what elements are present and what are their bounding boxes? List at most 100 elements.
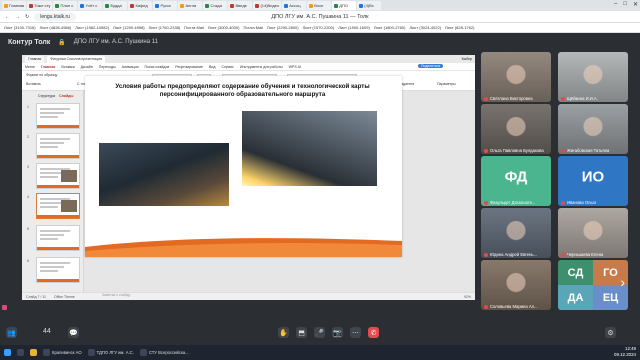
app-icon[interactable] bbox=[2, 305, 7, 310]
participant-name: Ольга Павловна Булдакова bbox=[490, 148, 544, 153]
tab-slides[interactable]: Слайды bbox=[59, 94, 73, 98]
tab-favicon-icon bbox=[284, 3, 289, 8]
slide-thumbnail[interactable] bbox=[36, 133, 80, 159]
folder-icon[interactable] bbox=[30, 349, 37, 356]
browser-tab[interactable]: ДПО bbox=[332, 1, 357, 10]
browser-tab[interactable]: Главная bbox=[2, 1, 27, 10]
browser-tab[interactable]: Англи bbox=[178, 1, 203, 10]
close-icon[interactable]: ✕ bbox=[633, 1, 638, 8]
browser-tab[interactable]: Учёт с bbox=[78, 1, 103, 10]
notes-placeholder[interactable]: Заметки к слайду bbox=[102, 293, 130, 297]
leave-call-button[interactable]: ✆ bbox=[368, 327, 379, 338]
ribbon-menu-item[interactable]: Вставка bbox=[61, 65, 74, 69]
participant-video bbox=[481, 208, 551, 258]
bookmark-item[interactable]: Лист (1760-2338) bbox=[149, 25, 181, 30]
ribbon-menu-item[interactable]: Переходы bbox=[99, 65, 116, 69]
browser-tab[interactable]: Введе bbox=[228, 1, 253, 10]
taskbar-item[interactable]: СТУ Всероссийска... bbox=[139, 349, 189, 356]
bookmark-item[interactable]: Лист (1800-2760) bbox=[374, 25, 406, 30]
participant-tile[interactable]: Жигабовская Татьяна bbox=[558, 104, 628, 154]
bookmark-item[interactable]: Почта Mail bbox=[184, 25, 204, 30]
bookmark-item[interactable]: Лист (3100-7316) bbox=[4, 25, 36, 30]
participant-tile[interactable]: ФД Фазульдет Досконате... bbox=[481, 156, 551, 206]
tab-structure[interactable]: Структура bbox=[38, 94, 55, 98]
taskbar-item[interactable]: ТДПО ЛГУ им. А.С. bbox=[87, 349, 134, 356]
microphone-icon[interactable]: 🎤 bbox=[314, 327, 325, 338]
browser-tab[interactable]: Ассоц bbox=[282, 1, 307, 10]
bookmark-item[interactable]: Лист (4828-4986) bbox=[40, 25, 72, 30]
ribbon-menu-item[interactable]: Показ слайдов bbox=[145, 65, 170, 69]
taskbar-item[interactable]: Крапивинск АО bbox=[43, 349, 82, 356]
slide-thumbnail[interactable] bbox=[36, 163, 80, 189]
participant-initials: СД bbox=[558, 260, 593, 285]
ribbon-menu-item[interactable]: Меню bbox=[25, 65, 35, 69]
wps-tab-home[interactable]: Главная bbox=[25, 55, 45, 63]
ribbon-menu-item[interactable]: Вид bbox=[209, 65, 216, 69]
participant-tile[interactable]: Святлана Викторовна bbox=[481, 52, 551, 102]
parameters-button[interactable]: Параметры bbox=[437, 82, 456, 86]
bookmark-item[interactable]: Лист (1900-1609) bbox=[338, 25, 370, 30]
browser-tab-label: (4)Вх bbox=[364, 3, 374, 8]
browser-tab[interactable]: Тоже сту bbox=[27, 1, 53, 10]
browser-tab[interactable]: Будда bbox=[103, 1, 128, 10]
browser-tab[interactable]: (14)Видео bbox=[253, 1, 282, 10]
chat-icon[interactable]: 💬 bbox=[68, 327, 79, 338]
raise-hand-icon[interactable]: ✋ bbox=[278, 327, 289, 338]
participant-tile[interactable]: Щёйкина И.И.А. bbox=[558, 52, 628, 102]
browser-tab[interactable]: Созда bbox=[203, 1, 228, 10]
browser-tab[interactable]: (4)Вх bbox=[357, 1, 382, 10]
camera-icon[interactable]: 📷 bbox=[332, 327, 343, 338]
browser-tab[interactable]: План с bbox=[53, 1, 78, 10]
slide-thumbnail[interactable] bbox=[36, 225, 80, 251]
more-participants-arrow-icon[interactable]: › bbox=[620, 274, 625, 290]
search-icon[interactable] bbox=[17, 349, 24, 356]
format-painter-button[interactable]: Формат по образцу bbox=[26, 73, 57, 77]
browser-tab[interactable]: Русск bbox=[153, 1, 178, 10]
slide-thumbnail[interactable] bbox=[36, 193, 80, 219]
participant-tile[interactable]: ИО Иванова Ольга bbox=[558, 156, 628, 206]
browser-tab[interactable]: Кафед bbox=[128, 1, 153, 10]
share-button[interactable]: Поделиться bbox=[418, 64, 444, 68]
bookmark-item[interactable]: Лист (3000-4000) bbox=[208, 25, 240, 30]
zoom-level[interactable]: 92% bbox=[464, 295, 471, 299]
start-icon[interactable] bbox=[4, 349, 11, 356]
settings-icon[interactable]: ⚙ bbox=[605, 327, 616, 338]
bookmark-item[interactable]: Лист (1290-4998) bbox=[113, 25, 145, 30]
wps-tab-document[interactable]: Фигурная Соколов презентация bbox=[47, 55, 105, 63]
browser-tab-label: Будда bbox=[110, 3, 122, 8]
browser-tab-label: Тоже сту bbox=[34, 3, 51, 8]
participant-tile[interactable]: Юдина Андрей Евгень... bbox=[481, 208, 551, 258]
bookmark-item[interactable]: Почта Mail bbox=[243, 25, 263, 30]
bookmark-item[interactable]: Лист (1982-10982) bbox=[75, 25, 109, 30]
browser-tab[interactable]: Восп bbox=[307, 1, 332, 10]
participant-tile[interactable]: СД ГО ДА ЕЦ › bbox=[558, 260, 628, 310]
more-icon[interactable]: ⋯ bbox=[350, 327, 361, 338]
thumb-image bbox=[61, 170, 77, 182]
bookmark-item[interactable]: Лист (828-1762) bbox=[445, 25, 474, 30]
slide-orange-wave bbox=[85, 238, 402, 257]
ribbon-menu-item[interactable]: Дизайн bbox=[81, 65, 93, 69]
ribbon-menu-item[interactable]: Сервис bbox=[222, 65, 234, 69]
ribbon-menu-item[interactable]: Анимация bbox=[122, 65, 139, 69]
tab-favicon-icon bbox=[255, 3, 260, 8]
participant-tile[interactable]: Ольга Павловна Булдакова bbox=[481, 104, 551, 154]
ribbon-menu-item[interactable]: Рецензирование bbox=[175, 65, 203, 69]
minimize-icon[interactable]: – bbox=[614, 1, 617, 8]
ribbon-menu-item[interactable]: Главная bbox=[41, 65, 56, 69]
bookmark-item[interactable]: Лист (2290-2800) bbox=[267, 25, 299, 30]
slide-thumbnail[interactable] bbox=[36, 103, 80, 129]
paste-button[interactable]: Вставить bbox=[26, 82, 41, 86]
bookmark-item[interactable]: Лист (3024-4022) bbox=[409, 25, 441, 30]
slide-thumbnail[interactable] bbox=[36, 257, 80, 283]
share-screen-icon[interactable]: ⬒ bbox=[296, 327, 307, 338]
tab-favicon-icon bbox=[105, 3, 110, 8]
bookmark-item[interactable]: Лист (1570-2200) bbox=[303, 25, 335, 30]
room-title: ДПО ЛГУ им. А.С. Пушкина 11 bbox=[73, 39, 158, 45]
ribbon-menu-item[interactable]: WPS AI bbox=[289, 65, 301, 69]
maximize-icon[interactable]: □ bbox=[623, 1, 627, 8]
current-slide[interactable]: Условия работы предопределяют содержание… bbox=[85, 76, 402, 257]
participant-tile[interactable]: Чернышева Елена bbox=[558, 208, 628, 258]
participant-tile[interactable]: Соловьева Марина Ал... bbox=[481, 260, 551, 310]
people-icon[interactable]: 👥 bbox=[6, 327, 17, 338]
ribbon-menu-item[interactable]: Инструменты для работы bbox=[240, 65, 283, 69]
